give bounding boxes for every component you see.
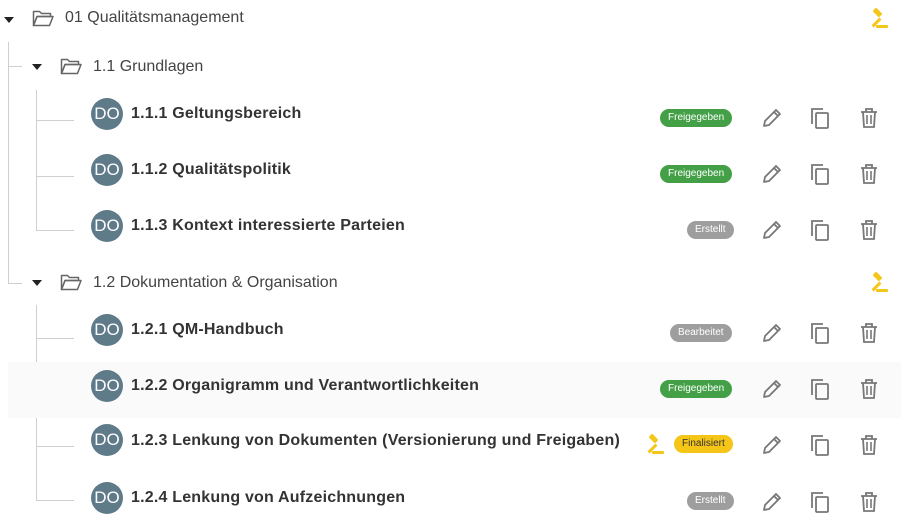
caret-down-icon[interactable] [32,280,42,286]
avatar: DO [91,482,123,514]
status-badge: Freigegeben [660,165,733,183]
copy-icon[interactable] [807,489,833,515]
avatar: DO [91,424,123,456]
document-row[interactable]: DO 1.2.2 Organigramm und Verantwortlichk… [0,364,901,420]
avatar: DO [91,154,123,186]
document-title[interactable]: 1.2.1 QM-Handbuch [131,321,284,339]
document-row[interactable]: DO 1.1.1 Geltungsbereich Freigegeben [0,92,901,148]
document-row[interactable]: DO 1.1.2 Qualitätspolitik Freigegeben [0,148,901,204]
trash-icon[interactable] [856,489,882,515]
document-title[interactable]: 1.1.3 Kontext interessierte Parteien [131,217,405,235]
status-badge: Finalisiert [674,435,733,453]
status-badge: Freigegeben [660,109,733,127]
avatar: DO [91,210,123,242]
folder-open-icon [60,273,82,291]
gavel-icon[interactable] [866,270,892,296]
pencil-icon[interactable] [759,432,785,458]
copy-icon[interactable] [807,217,833,243]
gavel-icon[interactable] [866,6,892,32]
caret-down-icon[interactable] [32,64,42,70]
avatar: DO [91,314,123,346]
trash-icon[interactable] [856,105,882,131]
pencil-icon[interactable] [759,217,785,243]
document-title[interactable]: 1.1.1 Geltungsbereich [131,105,301,123]
pencil-icon[interactable] [759,489,785,515]
gavel-icon[interactable] [642,432,668,458]
folder-open-icon [32,9,54,27]
document-title[interactable]: 1.2.2 Organigramm und Verantwortlichkeit… [131,377,479,395]
folder-label: 1.2 Dokumentation & Organisation [93,274,338,291]
trash-icon[interactable] [856,432,882,458]
status-badge: Freigegeben [660,380,733,398]
status-badge: Erstellt [687,492,734,510]
copy-icon[interactable] [807,376,833,402]
document-title[interactable]: 1.1.2 Qualitätspolitik [131,161,291,179]
document-row[interactable]: DO 1.2.4 Lenkung von Aufzeichnungen Erst… [0,474,901,522]
avatar: DO [91,98,123,130]
document-row[interactable]: DO 1.1.3 Kontext interessierte Parteien … [0,203,901,259]
document-title[interactable]: 1.2.3 Lenkung von Dokumenten (Versionier… [131,432,620,450]
pencil-icon[interactable] [759,376,785,402]
copy-icon[interactable] [807,432,833,458]
pencil-icon[interactable] [759,320,785,346]
folder-row-group-1[interactable]: 1.1 Grundlagen [0,48,901,88]
pencil-icon[interactable] [759,161,785,187]
document-row[interactable]: DO 1.2.1 QM-Handbuch Bearbeitet [0,308,901,364]
document-title[interactable]: 1.2.4 Lenkung von Aufzeichnungen [131,489,405,507]
avatar: DO [91,370,123,402]
trash-icon[interactable] [856,376,882,402]
status-badge: Erstellt [687,221,734,239]
status-badge: Bearbeitet [670,324,732,342]
copy-icon[interactable] [807,105,833,131]
document-row[interactable]: DO 1.2.3 Lenkung von Dokumenten (Version… [0,418,901,474]
folder-row-group-2[interactable]: 1.2 Dokumentation & Organisation [0,264,901,304]
caret-down-icon[interactable] [4,17,14,23]
folder-open-icon [60,57,82,75]
trash-icon[interactable] [856,320,882,346]
copy-icon[interactable] [807,320,833,346]
folder-row-root[interactable]: 01 Qualitätsmanagement [0,0,901,40]
pencil-icon[interactable] [759,105,785,131]
folder-label: 01 Qualitätsmanagement [65,9,244,26]
folder-label: 1.1 Grundlagen [93,58,204,75]
trash-icon[interactable] [856,161,882,187]
copy-icon[interactable] [807,161,833,187]
trash-icon[interactable] [856,217,882,243]
